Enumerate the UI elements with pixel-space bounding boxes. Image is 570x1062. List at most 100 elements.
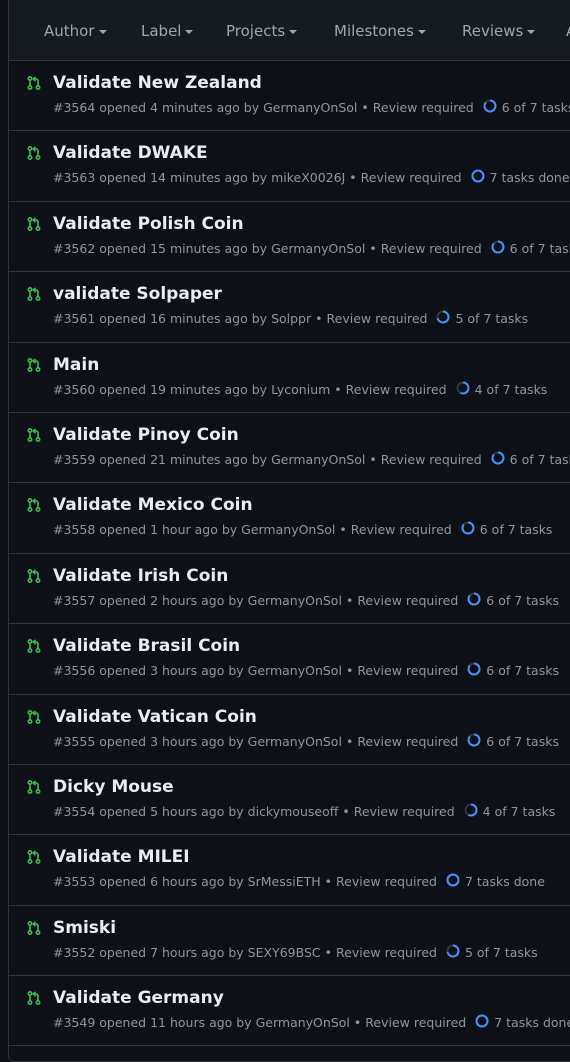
task-progress[interactable]: 4 of 7 tasks <box>464 803 555 821</box>
pr-author-link[interactable]: mikeX0026J <box>271 170 345 186</box>
git-pull-request-icon <box>26 920 42 936</box>
pr-title[interactable]: Validate DWAKE <box>53 142 570 164</box>
filter-bar: Author Label Projects Milestones Reviews… <box>9 0 570 61</box>
git-pull-request-icon <box>26 709 42 725</box>
pr-row[interactable]: Validate New Zealand #3564 opened 4 minut… <box>9 61 570 132</box>
task-progress[interactable]: 6 of 7 tasks <box>461 521 552 539</box>
pr-title[interactable]: Dicky Mouse <box>53 776 570 798</box>
review-status[interactable]: Review required <box>351 522 452 538</box>
pr-author-link[interactable]: GermanyOnSol <box>271 241 365 257</box>
progress-ring-icon <box>491 240 510 258</box>
author-filter[interactable]: Author <box>44 22 141 40</box>
pr-row[interactable]: Validate Vatican Coin #3555 opened 3 hour… <box>9 695 570 765</box>
pr-row[interactable]: Validate Polish Coin #3562 opened 15 minu… <box>9 202 570 273</box>
task-progress[interactable]: 5 of 7 tasks <box>446 944 538 962</box>
label-filter[interactable]: Label <box>141 22 226 40</box>
review-status[interactable]: Review required <box>336 945 437 961</box>
pr-title[interactable]: Validate New Zealand <box>53 72 570 94</box>
pr-row[interactable]: Smiski #3552 opened 7 hours ago by SEXY69… <box>9 906 570 977</box>
pr-row[interactable]: Validate Irish Coin #3557 opened 2 hours … <box>9 554 570 625</box>
pr-title[interactable]: Validate Brasil Coin <box>53 635 570 657</box>
pr-meta: #3554 opened 5 hours ago by dickymouseof… <box>53 803 570 821</box>
pr-author-link[interactable]: Lyconium <box>271 382 330 398</box>
task-progress[interactable]: 5 of 7 tasks <box>436 310 528 328</box>
pr-title[interactable]: Validate Polish Coin <box>53 213 570 235</box>
git-pull-request-icon <box>26 427 42 443</box>
pr-author-link[interactable]: GermanyOnSol <box>263 100 357 116</box>
task-progress[interactable]: 7 tasks done <box>446 873 545 891</box>
pr-row[interactable]: Validate Pinoy Coin #3559 opened 21 minut… <box>9 413 570 484</box>
review-status[interactable]: Review required <box>381 241 482 257</box>
task-progress[interactable]: 6 of 7 tasks <box>467 733 559 751</box>
progress-ring-icon <box>461 521 480 539</box>
pr-meta: #3552 opened 7 hours ago by SEXY69BSC • Re… <box>53 944 570 962</box>
pr-title[interactable]: Validate Pinoy Coin <box>53 424 570 446</box>
pr-opened-text: opened 15 minutes ago by <box>99 240 268 256</box>
progress-ring-icon <box>436 310 455 328</box>
pr-row[interactable]: Main #3560 opened 19 minutes ago by Lycon… <box>9 343 570 413</box>
review-status[interactable]: Review required <box>357 593 458 609</box>
pr-title[interactable]: Validate Vatican Coin <box>53 706 570 728</box>
git-pull-request-icon <box>26 145 42 161</box>
pr-title[interactable]: Validate Germany <box>53 987 570 1009</box>
review-status[interactable]: Review required <box>357 734 458 750</box>
review-status[interactable]: Review required <box>354 804 455 820</box>
review-status[interactable]: Review required <box>361 170 462 186</box>
pr-row[interactable]: Validate Germany #3549 opened 11 hours ag… <box>9 976 570 1047</box>
pr-opened-text: opened 11 hours ago by <box>99 1015 252 1031</box>
task-progress[interactable]: 7 tasks done <box>475 1014 570 1032</box>
separator-dot: • <box>345 663 354 679</box>
pr-opened-text: opened 7 hours ago by <box>99 944 244 960</box>
review-status[interactable]: Review required <box>346 382 447 398</box>
assignee-filter[interactable]: A <box>566 22 570 40</box>
task-progress[interactable]: 6 of 7 tasks <box>467 592 559 610</box>
pr-title[interactable]: Validate Irish Coin <box>53 565 570 587</box>
separator-dot: • <box>369 451 377 467</box>
pr-author-link[interactable]: GermanyOnSol <box>241 522 335 538</box>
review-status[interactable]: Review required <box>327 311 428 327</box>
pr-number: #3561 <box>53 311 96 327</box>
pr-row[interactable]: Validate Mexico Coin #3558 opened 1 hour … <box>9 483 570 554</box>
projects-filter[interactable]: Projects <box>226 22 334 40</box>
separator-dot: • <box>324 944 332 960</box>
git-pull-request-icon <box>26 75 42 91</box>
pr-row[interactable]: Validate DWAKE #3563 opened 14 minutes ag… <box>9 131 570 202</box>
pr-title[interactable]: Smiski <box>53 917 570 939</box>
review-status[interactable]: Review required <box>381 452 482 468</box>
task-progress[interactable]: 6 of 7 tasks <box>467 662 559 680</box>
pr-author-link[interactable]: GermanyOnSol <box>256 1015 350 1031</box>
pr-title[interactable]: Validate MILEI <box>53 846 570 868</box>
pr-author-link[interactable]: GermanyOnSol <box>271 452 365 468</box>
pr-author-link[interactable]: GermanyOnSol <box>248 593 342 609</box>
pr-title[interactable]: Validate Mexico Coin <box>53 494 570 516</box>
pr-title[interactable]: validate Solpaper <box>53 283 570 305</box>
pr-row[interactable]: validate Solpaper #3561 opened 16 minutes… <box>9 272 570 343</box>
pr-meta: #3564 opened 4 minutes ago by GermanyOnS… <box>53 99 570 117</box>
separator-dot: • <box>315 311 323 327</box>
pr-author-link[interactable]: GermanyOnSol <box>248 734 342 750</box>
chevron-down-icon <box>417 29 426 34</box>
pr-meta: #3549 opened 11 hours ago by GermanyOnSo… <box>53 1014 570 1032</box>
pr-row[interactable]: Validate MILEI #3553 opened 6 hours ago b… <box>9 835 570 906</box>
reviews-filter[interactable]: Reviews <box>462 22 566 40</box>
review-status[interactable]: Review required <box>357 663 458 679</box>
pr-author-link[interactable]: dickymouseoff <box>248 804 339 820</box>
pr-row[interactable]: Validate Brasil Coin #3556 opened 3 hours… <box>9 624 570 695</box>
review-status[interactable]: Review required <box>373 100 474 116</box>
review-status[interactable]: Review required <box>336 874 437 890</box>
review-status[interactable]: Review required <box>365 1015 466 1031</box>
task-progress[interactable]: 7 tasks done <box>471 169 570 187</box>
task-progress[interactable]: 6 of 7 tasks <box>491 451 570 469</box>
task-count: 6 of 7 tasks <box>486 663 559 679</box>
task-progress[interactable]: 6 of 7 tasks <box>483 99 570 117</box>
milestones-filter[interactable]: Milestones <box>334 22 462 40</box>
pr-author-link[interactable]: Solppr <box>271 311 311 327</box>
pr-author-link[interactable]: SrMessiETH <box>248 874 321 890</box>
task-progress[interactable]: 4 of 7 tasks <box>456 381 547 399</box>
pr-author-link[interactable]: GermanyOnSol <box>248 663 342 679</box>
pr-author-link[interactable]: SEXY69BSC <box>248 945 321 961</box>
task-progress[interactable]: 6 of 7 tasks <box>491 240 570 258</box>
pr-row[interactable]: Dicky Mouse #3554 opened 5 hours ago by d… <box>9 765 570 836</box>
pr-title[interactable]: Main <box>53 354 570 376</box>
progress-ring-icon <box>471 169 490 187</box>
